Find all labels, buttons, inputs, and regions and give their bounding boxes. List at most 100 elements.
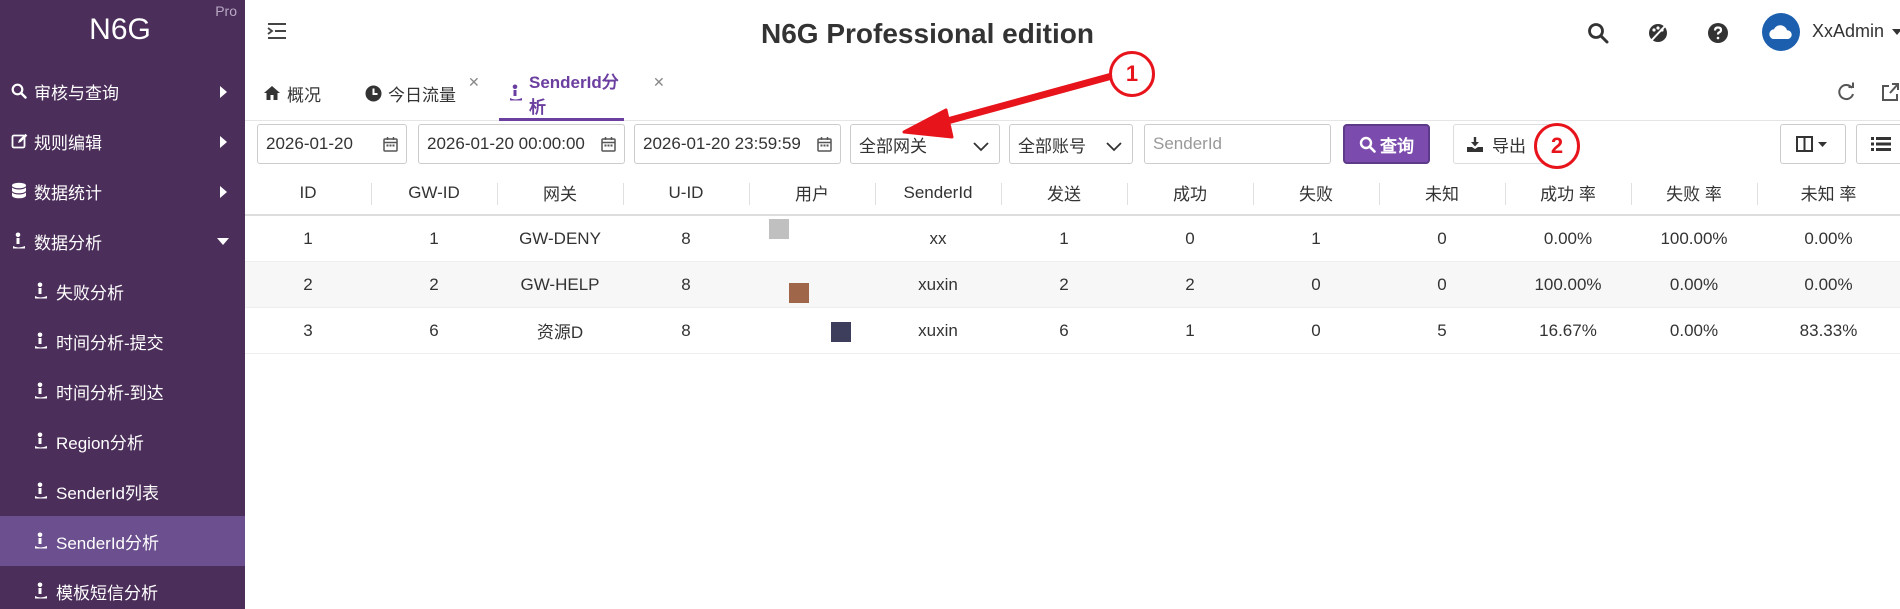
column-header[interactable]: GW-ID: [371, 171, 497, 214]
sidebar-item-time-arrive[interactable]: 时间分析-到达: [0, 366, 245, 416]
table-row[interactable]: 1 1 GW-DENY 8 xx 1 0 1 0 0.00% 100.00% 0…: [245, 216, 1900, 262]
query-button[interactable]: 查询: [1343, 124, 1430, 164]
username[interactable]: XxAdmin: [1812, 21, 1884, 42]
tab-label: SenderId分析: [529, 73, 619, 117]
cell-uid: 8: [681, 274, 691, 294]
clock-icon: [365, 85, 382, 102]
cell-success-rate: 0.00%: [1543, 228, 1593, 248]
analysis-icon: [32, 531, 50, 551]
sidebar-group-rule-edit[interactable]: 规则编辑: [0, 116, 245, 166]
caret-right-icon: [220, 136, 227, 148]
sidebar-item-template-sms[interactable]: 模板短信分析: [0, 566, 245, 609]
column-header[interactable]: 用户: [749, 171, 875, 214]
sidebar-group-label: 规则编辑: [34, 133, 102, 153]
caret-right-icon: [220, 186, 227, 198]
chevron-down-icon: [1106, 137, 1122, 157]
sidebar-item-label: Region分析: [56, 433, 144, 453]
column-header[interactable]: 网关: [497, 171, 623, 214]
sidebar-group-data-analysis[interactable]: 数据分析: [0, 216, 245, 266]
list-icon: [1871, 137, 1891, 151]
senderid-input[interactable]: SenderId: [1144, 124, 1331, 164]
cell-fail: 0: [1311, 274, 1321, 294]
open-external-icon[interactable]: [1881, 82, 1899, 107]
tab-label: 今日流量: [388, 85, 456, 105]
tab-label: 概况: [287, 85, 321, 105]
column-header[interactable]: 失败: [1253, 171, 1379, 214]
cell-user: [749, 216, 875, 261]
user-avatar-swatch: [831, 322, 851, 342]
cell-user: [749, 308, 875, 353]
home-icon: [263, 85, 281, 101]
search-icon[interactable]: [1585, 20, 1611, 46]
cell-unknown-rate: 83.33%: [1799, 320, 1858, 340]
cell-success-rate: 16.67%: [1539, 320, 1597, 340]
sidebar-item-time-submit[interactable]: 时间分析-提交: [0, 316, 245, 366]
help-icon[interactable]: [1705, 20, 1731, 46]
logo[interactable]: N6G Pro: [0, 0, 245, 66]
cell-gw-id: 6: [429, 320, 439, 340]
sidebar-group-audit-query[interactable]: 审核与查询: [0, 66, 245, 116]
close-icon[interactable]: ✕: [653, 74, 665, 91]
sidebar-item-label: 模板短信分析: [56, 583, 158, 603]
close-icon[interactable]: ✕: [468, 74, 480, 91]
sidebar-item-senderid-list[interactable]: SenderId列表: [0, 466, 245, 516]
end-time-input[interactable]: 2026-01-20 23:59:59: [634, 124, 841, 164]
columns-toggle-button[interactable]: [1780, 124, 1846, 164]
app-window: N6G Pro 审核与查询 规则编辑 数据统计 数据分析 失败分析 时间分析-提…: [0, 0, 1900, 609]
avatar[interactable]: [1762, 13, 1800, 51]
annotation-marker-1: 1: [1109, 51, 1155, 97]
edition-badge: Pro: [215, 3, 237, 19]
cell-unknown: 0: [1437, 228, 1447, 248]
table-row[interactable]: 2 2 GW-HELP 8 xuxin 2 2 0 0 100.00% 0.00…: [245, 262, 1900, 308]
column-header[interactable]: 未知: [1379, 171, 1505, 214]
sidebar-group-label: 数据统计: [34, 183, 102, 203]
cell-user: [749, 262, 875, 307]
sidebar-group-data-stats[interactable]: 数据统计: [0, 166, 245, 216]
sidebar-item-label: SenderId分析: [56, 533, 159, 553]
tab-overview[interactable]: 概况: [263, 66, 321, 120]
sidebar-item-label: 时间分析-提交: [56, 333, 164, 353]
column-header[interactable]: 成功: [1127, 171, 1253, 214]
column-header[interactable]: SenderId: [875, 171, 1001, 214]
analysis-icon: [32, 381, 50, 401]
gateway-select[interactable]: 全部网关: [850, 124, 1000, 164]
sidebar-item-region[interactable]: Region分析: [0, 416, 245, 466]
calendar-icon: [817, 136, 832, 157]
cell-id: 1: [303, 228, 313, 248]
search-icon: [1359, 136, 1376, 153]
tab-today-traffic[interactable]: 今日流量: [365, 66, 456, 120]
cell-id: 2: [303, 274, 313, 294]
analysis-icon: [32, 331, 50, 351]
app-title: N6G Professional edition: [761, 18, 1094, 49]
tab-senderid-analysis[interactable]: SenderId分析: [499, 66, 624, 121]
account-select[interactable]: 全部账号: [1009, 124, 1133, 164]
start-time-value: 2026-01-20 00:00:00: [427, 134, 585, 153]
chevron-down-icon: [973, 137, 989, 157]
cell-success: 2: [1185, 274, 1195, 294]
senderid-analysis-table: ID GW-ID 网关 U-ID 用户 SenderId 发送 成功 失败 未知…: [245, 171, 1900, 354]
sidebar-item-failure-analysis[interactable]: 失败分析: [0, 266, 245, 316]
column-header[interactable]: U-ID: [623, 171, 749, 214]
sidebar-item-senderid-analysis[interactable]: SenderId分析: [0, 516, 245, 566]
date-input[interactable]: 2026-01-20: [257, 124, 407, 164]
sidebar-item-label: 失败分析: [56, 283, 124, 303]
menu-toggle-icon[interactable]: [267, 22, 287, 45]
cell-success-rate: 100.00%: [1534, 274, 1602, 294]
cell-sent: 2: [1059, 274, 1069, 294]
database-icon: [9, 182, 29, 200]
chevron-down-icon[interactable]: [1892, 29, 1900, 35]
refresh-icon[interactable]: [1836, 82, 1856, 107]
cell-unknown: 0: [1437, 274, 1447, 294]
column-header[interactable]: 发送: [1001, 171, 1127, 214]
cell-unknown: 5: [1437, 320, 1447, 340]
column-header[interactable]: 成功 率: [1505, 171, 1631, 214]
table-row[interactable]: 3 6 资源D 8 xuxin 6 1 0 5 16.67% 0.00% 83.…: [245, 308, 1900, 354]
start-time-input[interactable]: 2026-01-20 00:00:00: [418, 124, 625, 164]
column-header[interactable]: 失败 率: [1631, 171, 1757, 214]
analysis-icon: [32, 431, 50, 451]
list-view-button[interactable]: [1856, 124, 1900, 164]
theme-palette-icon[interactable]: [1645, 20, 1671, 46]
analysis-icon: [32, 481, 50, 501]
column-header[interactable]: ID: [245, 171, 371, 214]
column-header[interactable]: 未知 率: [1757, 171, 1900, 214]
